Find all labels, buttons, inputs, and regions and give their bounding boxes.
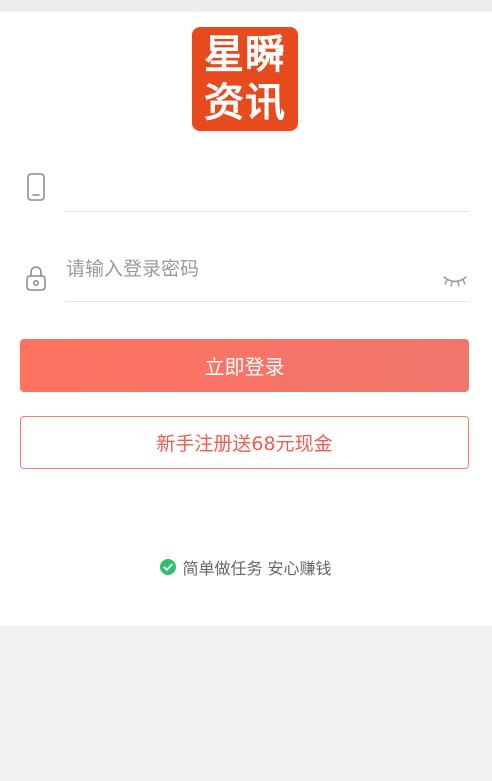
check-circle-icon: [160, 559, 177, 575]
phone-underline: [65, 211, 469, 212]
phone-input[interactable]: [66, 170, 426, 202]
phone-icon: [27, 173, 45, 201]
logo-text-line1: 星瞬: [204, 31, 286, 78]
register-button[interactable]: 新手注册送68元现金: [20, 416, 469, 469]
login-button[interactable]: 立即登录: [20, 339, 469, 392]
slogan: 简单做任务 安心赚钱: [0, 555, 492, 579]
app-logo: 星瞬 资讯: [192, 27, 298, 131]
lock-icon: [26, 266, 46, 291]
password-underline: [65, 301, 469, 302]
slogan-text: 简单做任务 安心赚钱: [182, 559, 332, 578]
logo-text-line2: 资讯: [204, 79, 286, 126]
status-strip: [0, 0, 492, 12]
password-input[interactable]: [66, 253, 426, 285]
eye-closed-icon[interactable]: [442, 272, 468, 290]
phone-field: [0, 162, 492, 212]
login-card: 星瞬 资讯 立即登录 新手注册送68元现金 简单做任务 安心赚钱: [0, 12, 492, 626]
password-field: [0, 250, 492, 302]
